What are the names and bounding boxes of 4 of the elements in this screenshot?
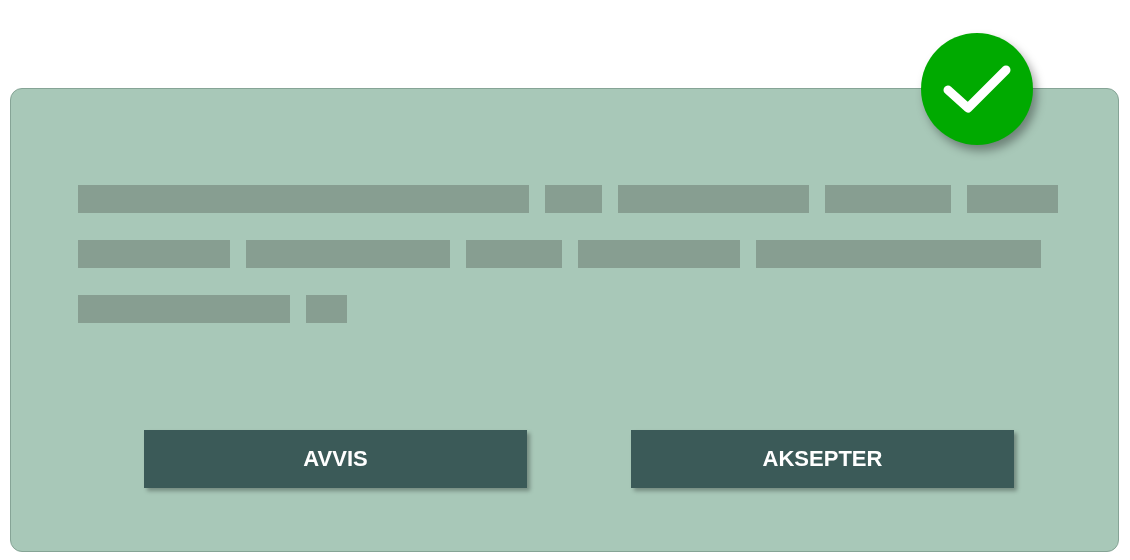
placeholder-bar <box>545 185 602 213</box>
action-button[interactable]: AVVIS <box>144 430 527 488</box>
action-button[interactable]: AKSEPTER <box>631 430 1014 488</box>
placeholder-bar <box>306 295 347 323</box>
